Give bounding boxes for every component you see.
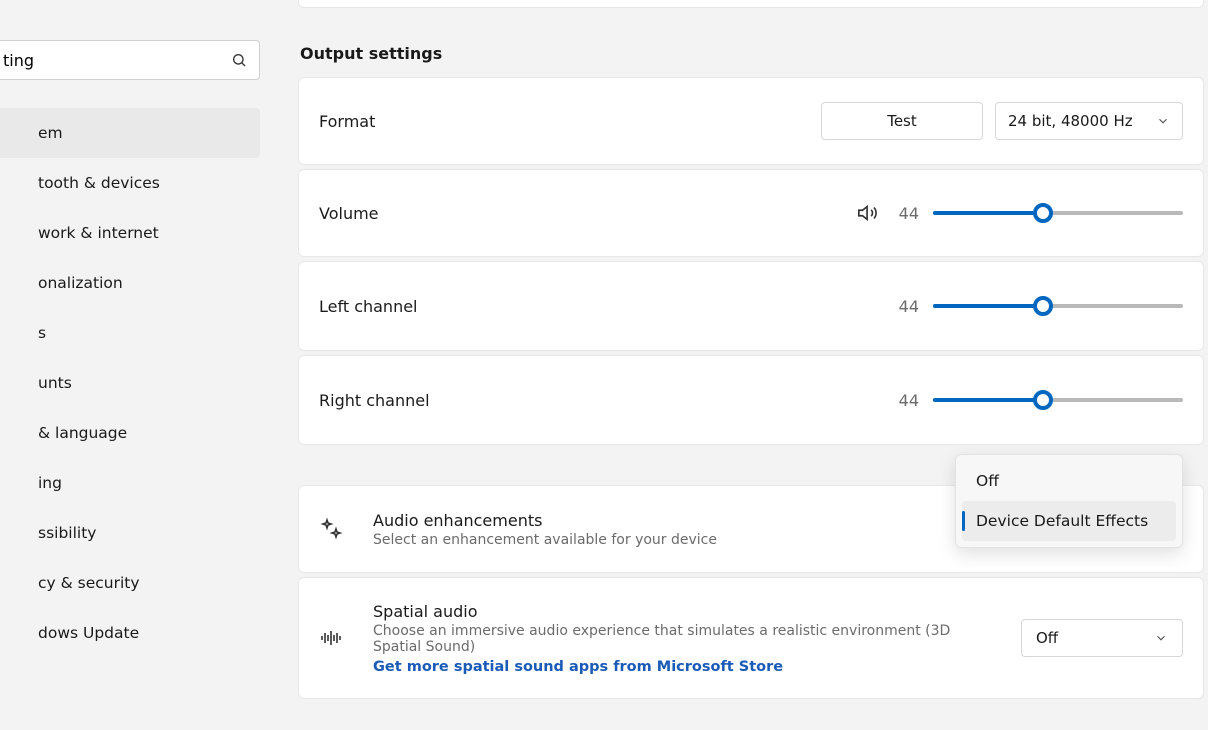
sidebar-item-network[interactable]: work & internet xyxy=(0,208,260,258)
search-icon xyxy=(231,52,247,68)
search-input-container[interactable] xyxy=(0,40,260,80)
sidebar-item-time-language[interactable]: & language xyxy=(0,408,260,458)
left-channel-label: Left channel xyxy=(319,297,418,316)
audio-enhancements-title: Audio enhancements xyxy=(373,511,717,530)
sidebar-item-apps[interactable]: s xyxy=(0,308,260,358)
sidebar-item-accessibility[interactable]: ssibility xyxy=(0,508,260,558)
chevron-down-icon xyxy=(1154,631,1168,645)
spatial-audio-card: Spatial audio Choose an immersive audio … xyxy=(298,577,1204,699)
format-card: Format Test 24 bit, 48000 Hz xyxy=(298,77,1204,165)
format-value: 24 bit, 48000 Hz xyxy=(1008,112,1133,130)
audio-enhancements-dropdown[interactable]: Off Device Default Effects xyxy=(955,454,1183,548)
spatial-audio-value: Off xyxy=(1036,629,1058,647)
right-channel-card: Right channel 44 xyxy=(298,355,1204,445)
spatial-audio-title: Spatial audio xyxy=(373,602,993,621)
sidebar-item-system[interactable]: em xyxy=(0,108,260,158)
sidebar-item-bluetooth[interactable]: tooth & devices xyxy=(0,158,260,208)
format-select[interactable]: 24 bit, 48000 Hz xyxy=(995,102,1183,140)
audio-enhancements-card: Audio enhancements Select an enhancement… xyxy=(298,485,1204,573)
right-channel-label: Right channel xyxy=(319,391,430,410)
spatial-audio-subtitle: Choose an immersive audio experience tha… xyxy=(373,623,993,655)
sidebar: em tooth & devices work & internet onali… xyxy=(0,0,260,730)
left-channel-slider[interactable] xyxy=(933,296,1183,316)
right-channel-value: 44 xyxy=(897,391,919,410)
format-label: Format xyxy=(319,112,375,131)
sparkle-icon xyxy=(319,517,343,541)
card-fragment-top xyxy=(298,0,1204,8)
volume-value: 44 xyxy=(897,204,919,223)
right-channel-slider[interactable] xyxy=(933,390,1183,410)
dropdown-option-off[interactable]: Off xyxy=(962,461,1176,501)
volume-slider[interactable] xyxy=(933,203,1183,223)
spatial-audio-store-link[interactable]: Get more spatial sound apps from Microso… xyxy=(373,659,993,675)
sidebar-item-accounts[interactable]: unts xyxy=(0,358,260,408)
sidebar-nav: em tooth & devices work & internet onali… xyxy=(0,108,260,658)
audio-enhancements-subtitle: Select an enhancement available for your… xyxy=(373,532,717,548)
section-title: Output settings xyxy=(300,44,1208,63)
sidebar-item-privacy[interactable]: cy & security xyxy=(0,558,260,608)
sidebar-item-gaming[interactable]: ing xyxy=(0,458,260,508)
dropdown-option-device-default[interactable]: Device Default Effects xyxy=(962,501,1176,541)
speaker-icon[interactable] xyxy=(857,202,879,224)
chevron-down-icon xyxy=(1156,114,1170,128)
spatial-audio-select[interactable]: Off xyxy=(1021,619,1183,657)
test-button[interactable]: Test xyxy=(821,102,983,140)
left-channel-card: Left channel 44 xyxy=(298,261,1204,351)
main-content: Output settings Format Test 24 bit, 4800… xyxy=(298,0,1208,730)
sidebar-item-windows-update[interactable]: dows Update xyxy=(0,608,260,658)
sidebar-item-personalization[interactable]: onalization xyxy=(0,258,260,308)
volume-card: Volume 44 xyxy=(298,169,1204,257)
volume-label: Volume xyxy=(319,204,379,223)
soundwave-icon xyxy=(319,626,343,650)
search-input[interactable] xyxy=(0,51,259,70)
left-channel-value: 44 xyxy=(897,297,919,316)
